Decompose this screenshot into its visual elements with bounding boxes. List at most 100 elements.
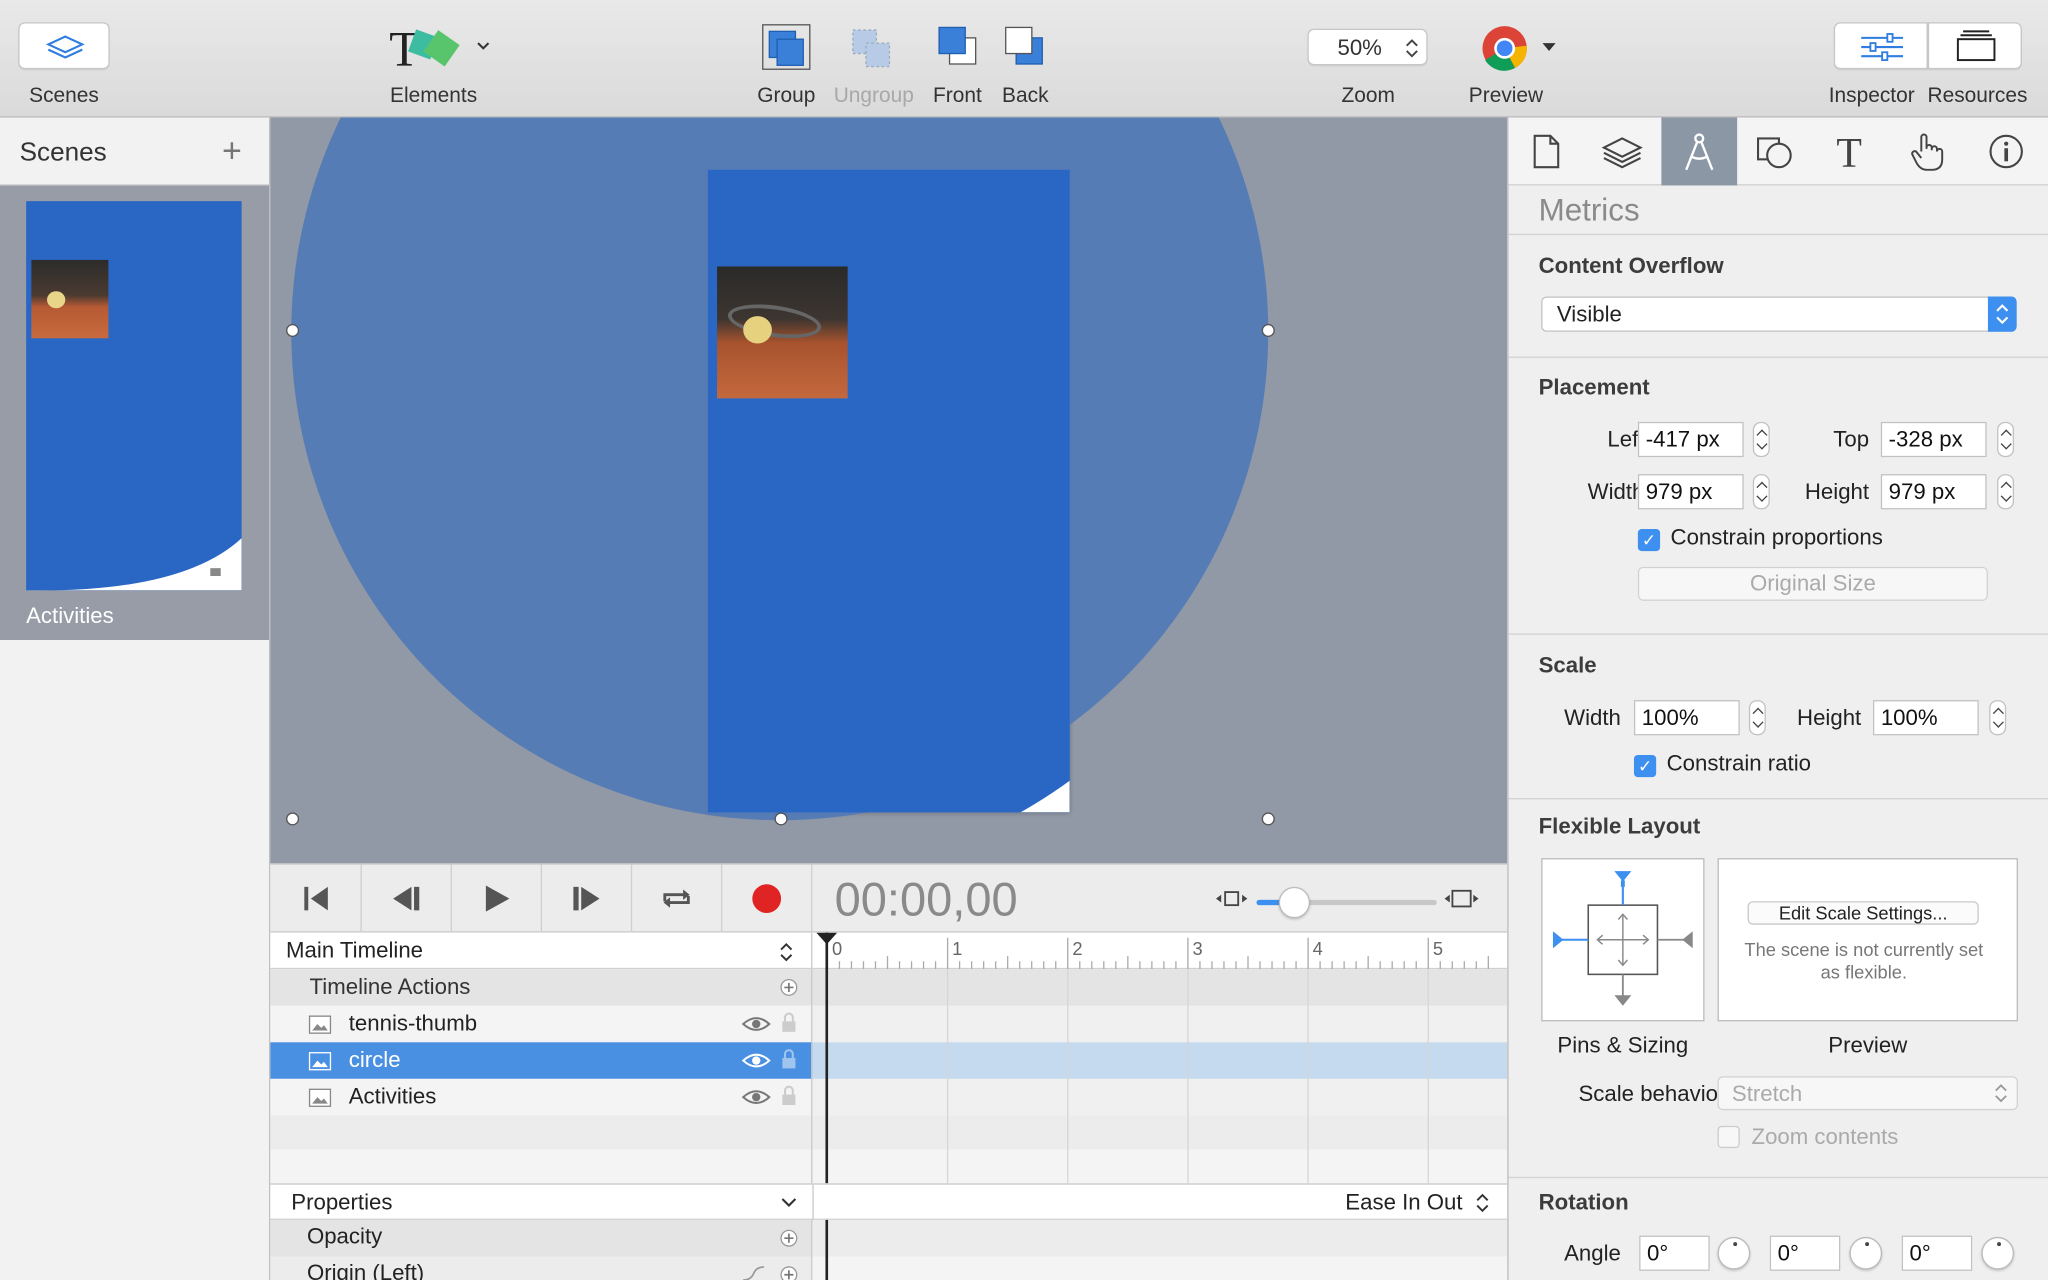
loop-icon — [663, 889, 690, 908]
left-stepper[interactable] — [1752, 421, 1770, 458]
height-stepper[interactable] — [1997, 474, 2015, 510]
top-input[interactable]: -328 px — [1880, 421, 1987, 458]
track-area[interactable]: 0 1 2 3 4 5 — [812, 932, 1508, 1184]
width-input[interactable]: 979 px — [1637, 474, 1744, 510]
edit-scale-settings-button[interactable]: Edit Scale Settings... — [1747, 901, 1979, 925]
add-keyframe-icon[interactable] — [780, 1229, 798, 1247]
tab-scene[interactable] — [1584, 118, 1660, 186]
scale-width-stepper[interactable] — [1748, 700, 1766, 736]
angle-x-input[interactable]: 0° — [1639, 1235, 1710, 1271]
scale-width-input[interactable]: 100% — [1633, 700, 1740, 736]
constrain-ratio-label: Constrain ratio — [1666, 751, 1812, 776]
properties-header[interactable]: Properties Ease In Out — [270, 1183, 1508, 1222]
step-forward-icon — [573, 886, 600, 911]
racket-frame — [725, 299, 824, 344]
scale-height-stepper[interactable] — [1989, 700, 2007, 736]
tab-document[interactable] — [1509, 118, 1585, 186]
zoom-in-timeline-icon[interactable] — [1442, 888, 1481, 909]
zoom-out-timeline-icon[interactable] — [1213, 888, 1250, 909]
angle-x-dial[interactable] — [1717, 1236, 1751, 1270]
content-overflow-select[interactable]: Visible — [1541, 296, 2017, 332]
step-forward-button[interactable] — [542, 864, 633, 933]
pins-sizing-widget[interactable] — [1541, 858, 1705, 1022]
resources-button[interactable] — [1927, 22, 2022, 70]
tab-actions[interactable] — [1889, 118, 1965, 186]
timeline-actions-row[interactable]: Timeline Actions — [270, 969, 813, 1006]
chevron-down-icon — [781, 1198, 797, 1208]
constrain-proportions-checkbox[interactable]: ✓ — [1637, 528, 1661, 552]
text-icon: T — [1836, 132, 1862, 171]
left-input[interactable]: -417 px — [1637, 421, 1744, 458]
angle-y-dial[interactable] — [1849, 1236, 1883, 1270]
resize-handle[interactable] — [1261, 323, 1275, 337]
time-ruler[interactable]: 0 1 2 3 4 5 — [812, 932, 1508, 970]
width-stepper[interactable] — [1752, 474, 1770, 510]
timeline-element-row[interactable]: Activities — [270, 1078, 813, 1116]
tab-text[interactable]: T — [1813, 118, 1889, 186]
eye-icon[interactable] — [741, 1015, 771, 1033]
lock-icon[interactable] — [780, 1011, 798, 1035]
resize-handle[interactable] — [286, 812, 300, 826]
bring-front-icon — [938, 26, 977, 65]
document-icon — [1533, 134, 1560, 169]
tab-metrics[interactable] — [1661, 117, 1738, 186]
timeline-element-row-selected[interactable]: circle — [270, 1042, 813, 1079]
zoom-contents-checkbox[interactable] — [1717, 1125, 1740, 1149]
skip-back-icon — [303, 886, 328, 911]
property-label: Opacity — [306, 1223, 383, 1249]
scenes-button[interactable] — [18, 22, 110, 70]
resize-handle[interactable] — [1261, 812, 1275, 826]
inspector-button[interactable] — [1833, 22, 1928, 70]
play-button[interactable] — [452, 864, 543, 933]
shapes-icon — [1756, 137, 1792, 169]
placement-label: Placement — [1538, 374, 1650, 400]
easing-select[interactable]: Ease In Out — [1345, 1190, 1462, 1216]
timeline-zoom-track[interactable] — [1256, 886, 1437, 919]
go-to-start-button[interactable] — [270, 864, 362, 933]
resize-handle[interactable] — [286, 323, 300, 337]
main-timeline-selector[interactable]: Main Timeline — [270, 932, 813, 970]
zoom-field[interactable]: 50% — [1307, 28, 1428, 66]
inspector-label: Inspector — [1828, 84, 1915, 108]
top-stepper[interactable] — [1997, 421, 2015, 458]
playhead-line — [825, 1219, 829, 1280]
scale-behavior-select[interactable]: Stretch — [1717, 1076, 2018, 1111]
resize-handle[interactable] — [774, 812, 788, 826]
constrain-ratio-checkbox[interactable]: ✓ — [1633, 754, 1657, 778]
scale-height-input[interactable]: 100% — [1872, 700, 1979, 736]
record-button[interactable] — [722, 864, 813, 933]
height-input[interactable]: 979 px — [1880, 474, 1987, 510]
lock-icon[interactable] — [780, 1048, 798, 1072]
timeline-zoom-thumb[interactable] — [1278, 886, 1311, 919]
eye-icon[interactable] — [741, 1088, 771, 1106]
timeline-element-row[interactable]: tennis-thumb — [270, 1005, 813, 1043]
tab-info[interactable] — [1968, 118, 2044, 186]
main-timeline-label: Main Timeline — [286, 937, 424, 962]
angle-z-dial[interactable] — [1981, 1236, 2015, 1270]
scale-width-label: Width — [1564, 705, 1621, 731]
scene-item[interactable]: Activities — [0, 185, 270, 640]
scene-thumbnail — [26, 201, 242, 591]
dial-indicator — [1865, 1242, 1870, 1247]
left-label: Left — [1607, 427, 1645, 452]
angle-y-input[interactable]: 0° — [1769, 1235, 1841, 1271]
property-row[interactable]: Opacity — [270, 1219, 813, 1257]
tab-graphics[interactable] — [1737, 118, 1813, 186]
svg-text:T: T — [1836, 132, 1862, 171]
playhead[interactable] — [825, 932, 829, 1184]
loop-button[interactable] — [632, 864, 723, 933]
add-keyframe-icon[interactable] — [780, 978, 798, 996]
chevron-updown-icon — [1995, 1084, 2007, 1103]
playhead-marker-icon[interactable] — [816, 932, 838, 946]
add-keyframe-icon[interactable] — [780, 1266, 798, 1280]
eye-icon[interactable] — [741, 1051, 771, 1069]
step-back-button[interactable] — [362, 864, 452, 933]
property-row[interactable]: Origin (Left) — [270, 1256, 813, 1280]
angle-z-input[interactable]: 0° — [1901, 1235, 1973, 1271]
lock-icon[interactable] — [780, 1084, 798, 1108]
original-size-button[interactable]: Original Size — [1637, 566, 1988, 601]
flexible-note: The scene is not currently set as flexib… — [1744, 939, 1984, 983]
add-scene-icon[interactable]: + — [222, 131, 242, 171]
scenes-label: Scenes — [29, 84, 99, 108]
canvas[interactable] — [270, 117, 1508, 864]
